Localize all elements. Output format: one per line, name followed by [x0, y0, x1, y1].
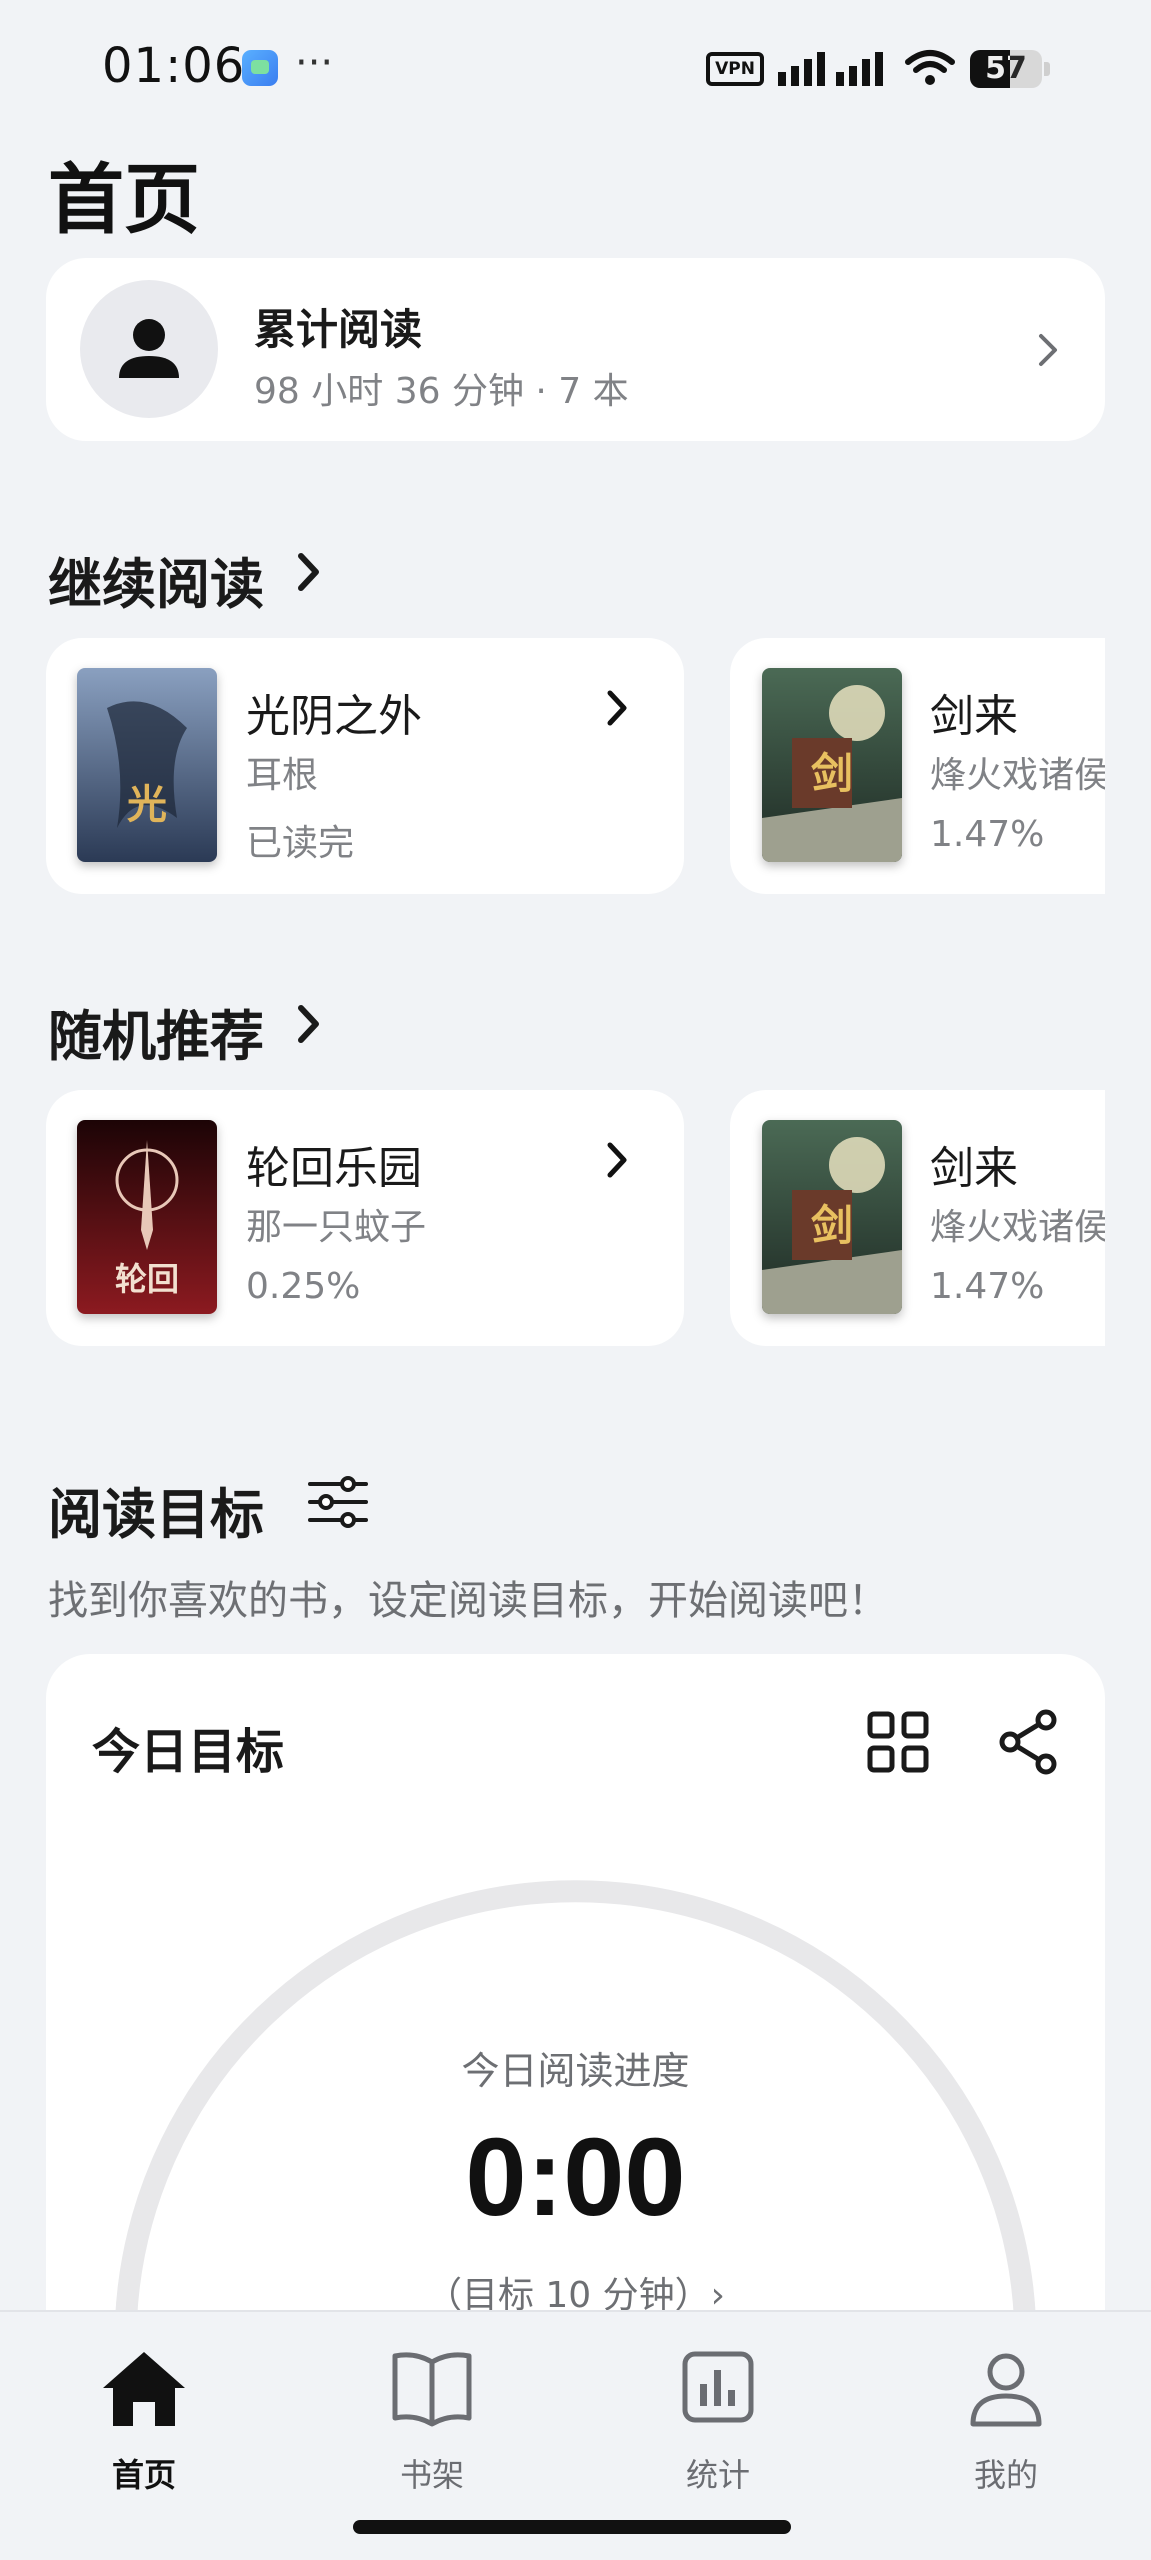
vpn-icon: VPN	[706, 52, 764, 86]
book-title: 剑来	[930, 691, 1018, 742]
book-icon	[392, 2352, 472, 2427]
today-progress-value: 0:00	[465, 2116, 686, 2239]
svg-text:光: 光	[127, 781, 167, 828]
nav-profile-label: 我的	[973, 2456, 1038, 2494]
book-card[interactable]: 剑 剑来 烽火戏诸侯 1.47%	[730, 1090, 1105, 1346]
book-title: 光阴之外	[246, 691, 422, 742]
random-recommend-title[interactable]: 随机推荐	[48, 992, 264, 1071]
wifi-icon	[905, 50, 955, 85]
status-time: 01:06	[102, 38, 246, 94]
book-cover: 轮回	[77, 1120, 217, 1314]
book-progress: 1.47%	[930, 1266, 1045, 1307]
today-goal-title: 今日目标	[92, 1724, 285, 1780]
page-title: 首页	[48, 155, 200, 244]
grid-icon[interactable]	[866, 1710, 930, 1774]
progress-gauge	[115, 1880, 1036, 2320]
nav-home-label: 首页	[111, 2456, 176, 2494]
book-author: 烽火戏诸侯	[930, 755, 1105, 796]
battery-cap	[1044, 62, 1050, 76]
chevron-right-icon[interactable]	[602, 1140, 632, 1180]
battery-level: 57	[985, 51, 1027, 86]
person-icon	[119, 319, 179, 378]
settings-sliders-icon[interactable]	[306, 1474, 370, 1530]
nav-bookshelf[interactable]: 书架	[332, 2330, 532, 2510]
chevron-right-icon	[1039, 334, 1057, 366]
battery-icon: 57	[970, 50, 1042, 88]
book-cover: 剑	[762, 1120, 902, 1314]
reading-goal-subtitle: 找到你喜欢的书，设定阅读目标，开始阅读吧！	[48, 1578, 888, 1624]
svg-text:轮回: 轮回	[115, 1260, 179, 1298]
app-notification-icon	[242, 50, 278, 86]
chevron-right-icon[interactable]	[294, 550, 324, 594]
home-indicator[interactable]	[353, 2520, 791, 2534]
today-progress-label: 今日阅读进度	[461, 2049, 690, 2093]
svg-text:剑: 剑	[811, 1201, 853, 1250]
summary-title: 累计阅读	[254, 305, 423, 354]
nav-stats-label: 统计	[685, 2456, 750, 2494]
signal-icon	[778, 52, 883, 86]
stats-icon	[682, 2351, 754, 2423]
home-icon	[103, 2352, 185, 2426]
book-title: 轮回乐园	[246, 1143, 422, 1194]
book-cover: 光	[77, 668, 217, 862]
chevron-right-icon[interactable]	[294, 1002, 324, 1046]
book-progress: 0.25%	[246, 1266, 361, 1307]
svg-text:剑: 剑	[811, 749, 853, 798]
profile-icon	[970, 2353, 1042, 2427]
nav-home[interactable]: 首页	[44, 2330, 244, 2510]
reading-goal-title: 阅读目标	[48, 1483, 264, 1546]
avatar[interactable]	[80, 280, 218, 418]
nav-profile[interactable]: 我的	[906, 2330, 1106, 2510]
book-author: 耳根	[246, 755, 319, 796]
book-author: 烽火戏诸侯	[930, 1207, 1105, 1248]
continue-reading-title[interactable]: 继续阅读	[48, 540, 264, 619]
nav-bookshelf-label: 书架	[399, 2456, 464, 2494]
summary-stats: 98 小时 36 分钟 · 7 本	[254, 371, 629, 412]
book-author: 那一只蚊子	[246, 1207, 427, 1248]
chevron-right-icon[interactable]	[602, 688, 632, 728]
share-icon[interactable]	[996, 1708, 1060, 1776]
nav-stats[interactable]: 统计	[618, 2330, 818, 2510]
book-title: 剑来	[930, 1143, 1018, 1194]
book-progress: 1.47%	[930, 814, 1045, 855]
book-progress: 已读完	[246, 823, 355, 864]
book-card[interactable]: 剑 剑来 烽火戏诸侯 1.47%	[730, 638, 1105, 894]
book-cover: 剑	[762, 668, 902, 862]
more-notifications-icon: ···	[295, 40, 334, 86]
